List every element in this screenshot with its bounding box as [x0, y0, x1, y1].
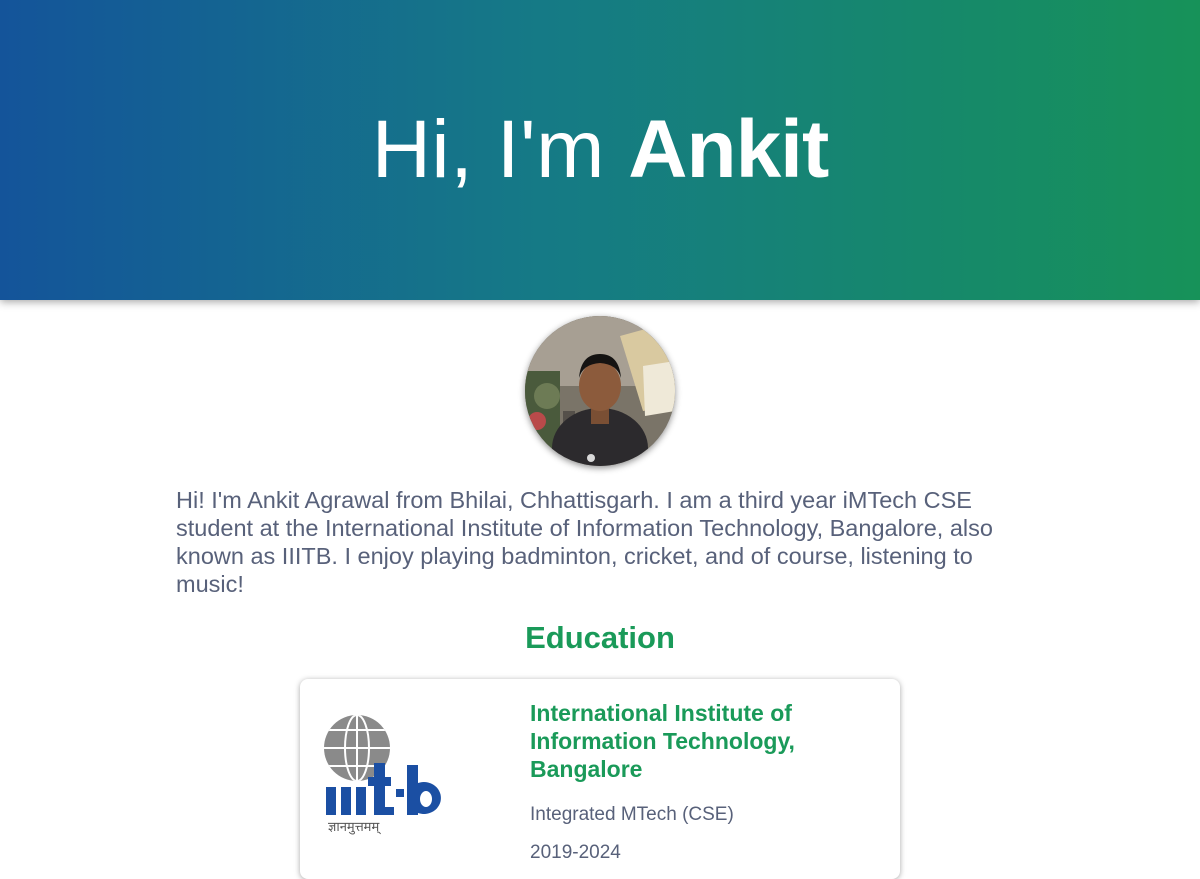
profile-photo-icon: [525, 316, 675, 466]
education-heading: Education: [525, 620, 675, 655]
school-name: International Institute of Information T…: [530, 700, 795, 782]
hero-title: Hi, I'm Ankit: [0, 102, 1200, 198]
iiitb-logo-icon: ज्ञानमुत्तमम्: [322, 713, 477, 838]
hero-banner: Hi, I'm Ankit: [0, 0, 1200, 300]
hero-greeting: Hi, I'm: [371, 104, 605, 195]
logo-motto: ज्ञानमुत्तमम्: [328, 820, 381, 835]
avatar: [525, 316, 675, 466]
degree-label: Integrated MTech (CSE): [530, 804, 734, 825]
hero-name: Ankit: [628, 104, 829, 195]
bio-text: Hi! I'm Ankit Agrawal from Bhilai, Chhat…: [176, 487, 993, 597]
education-card: ज्ञानमुत्तमम् International Institute of…: [300, 679, 900, 879]
years-label: 2019-2024: [530, 842, 621, 863]
